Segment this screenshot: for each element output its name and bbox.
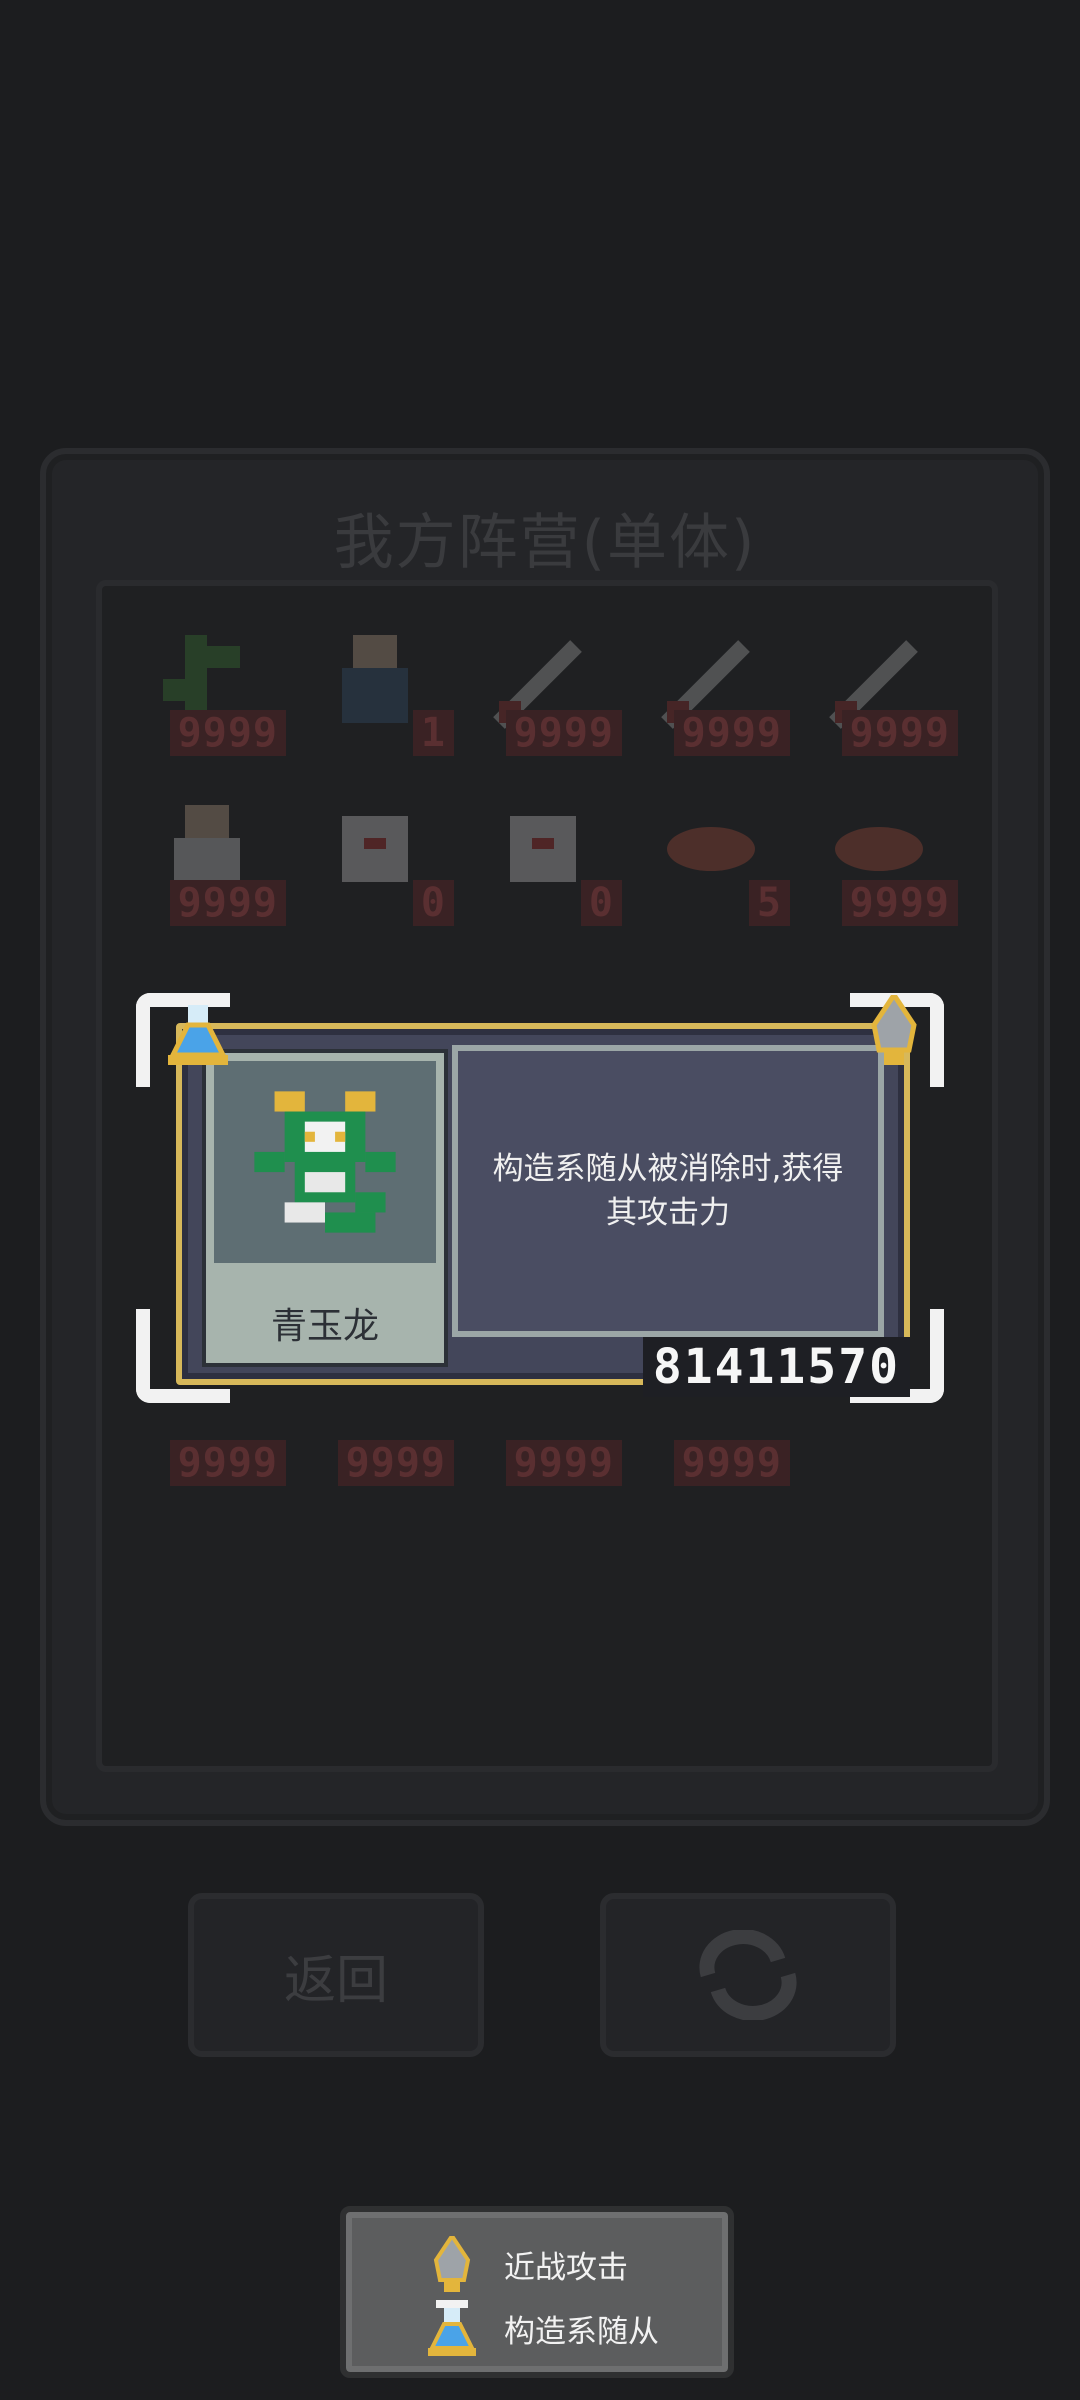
unit-count: 9999 [169, 1440, 286, 1486]
unit-count: 1 [412, 710, 454, 756]
legend-label: 构造系随从 [504, 2313, 659, 2350]
unit-slot[interactable]: 0 [468, 782, 626, 932]
unit-slot[interactable]: 5 [636, 782, 794, 932]
description-text: 构造系随从被消除时,获得其攻击力 [492, 1151, 844, 1231]
unit-name: 青玉龙 [270, 1306, 379, 1347]
unit-count: 9999 [673, 710, 790, 756]
jade-dragon-sprite [254, 1091, 396, 1233]
card-body: 青玉龙 构造系随从被消除时,获得其攻击力 81411570 [168, 995, 917, 1397]
dragon-image [214, 1061, 436, 1263]
flask-icon [428, 2300, 476, 2356]
unit-slot[interactable]: 0 [300, 782, 458, 932]
unit-slot[interactable]: 9999 [804, 612, 962, 762]
unit-slot[interactable]: 9999 [636, 612, 794, 762]
unit-count: 0 [412, 880, 454, 926]
legend-item: 近战攻击 [426, 2236, 628, 2292]
unit-slot[interactable]: 9999 [132, 782, 290, 932]
camp-panel-title: 我方阵营(单体) [333, 508, 757, 578]
unit-count: 9999 [673, 1440, 790, 1486]
unit-slot[interactable]: 1 [300, 612, 458, 762]
spearhead-icon [871, 995, 917, 1065]
unit-portrait: 青玉龙 [202, 1049, 448, 1367]
unit-count: 9999 [505, 1440, 622, 1486]
unit-count: 9999 [841, 710, 958, 756]
unit-count: 9999 [337, 1440, 454, 1486]
legend-label: 近战攻击 [504, 2249, 628, 2286]
unit-count: 0 [580, 880, 622, 926]
unit-count: 5 [748, 880, 790, 926]
unit-slot[interactable]: 9999 [804, 782, 962, 932]
refresh-icon [699, 1930, 797, 2020]
unit-count: 9999 [505, 710, 622, 756]
unit-count: 9999 [841, 880, 958, 926]
unit-count: 9999 [169, 880, 286, 926]
unit-detail-card: 青玉龙 构造系随从被消除时,获得其攻击力 81411570 [136, 993, 944, 1403]
unit-count: 9999 [169, 710, 286, 756]
refresh-button[interactable] [600, 1893, 896, 2057]
unit-slot[interactable]: 9999 [468, 612, 626, 762]
unit-slot[interactable]: 9999 [132, 612, 290, 762]
unit-description: 构造系随从被消除时,获得其攻击力 [452, 1045, 884, 1337]
spearhead-icon [433, 2236, 471, 2292]
unit-power: 81411570 [642, 1337, 910, 1397]
back-button[interactable]: 返回 [188, 1893, 484, 2057]
flask-icon [168, 995, 228, 1065]
icon-legend: 近战攻击 构造系随从 [340, 2206, 734, 2378]
legend-item: 构造系随从 [426, 2300, 659, 2356]
